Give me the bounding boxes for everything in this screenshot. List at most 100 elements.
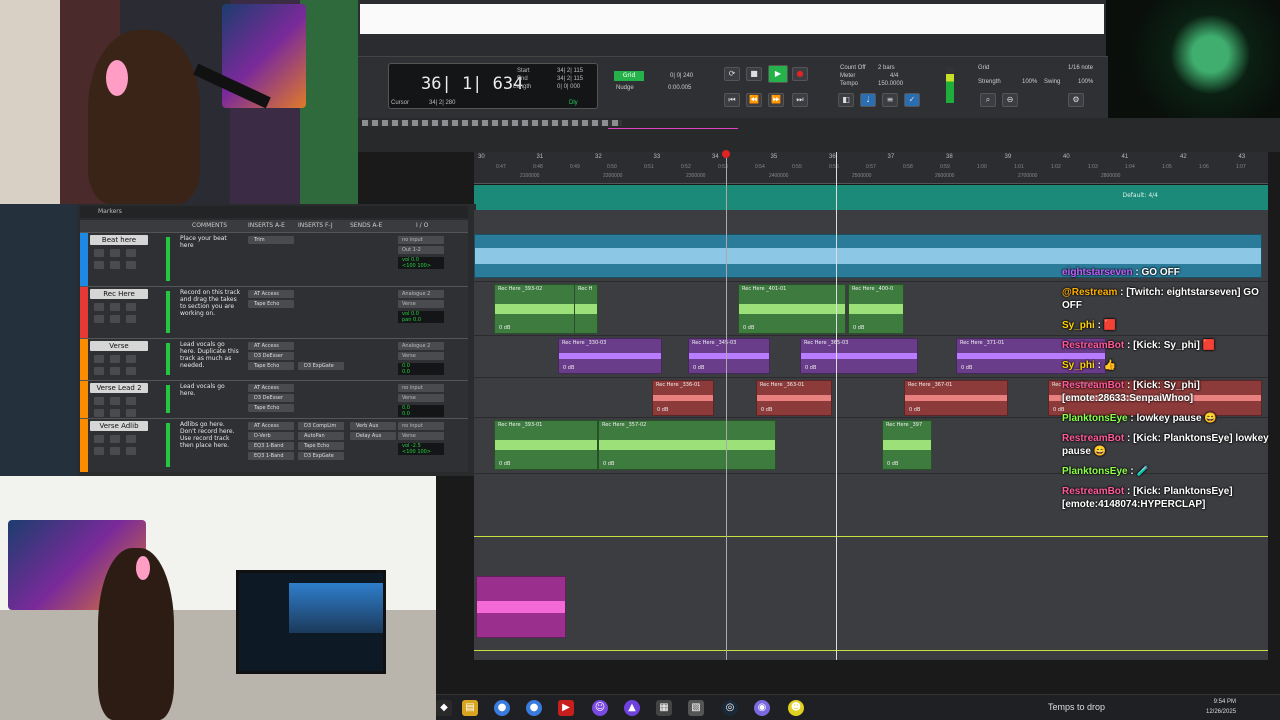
- snapchat-icon[interactable]: ☻: [788, 700, 804, 716]
- audio-clip[interactable]: Rec Here _363-01 0 dB: [756, 380, 832, 416]
- audio-clip[interactable]: Rec Here _345-03 0 dB: [688, 338, 770, 374]
- rec-button[interactable]: [94, 303, 104, 311]
- audio-clip[interactable]: Rec Here _393-01 0 dB: [494, 420, 598, 470]
- chat-username[interactable]: RestreamBot: [1062, 433, 1124, 444]
- chat-username[interactable]: RestreamBot: [1062, 486, 1124, 497]
- tempo-value[interactable]: 150.0000: [878, 81, 903, 87]
- app-icon-8[interactable]: ▧: [688, 700, 704, 716]
- app-icon-1[interactable]: ◆: [436, 700, 452, 716]
- track-comment[interactable]: Place your beat here: [180, 235, 242, 249]
- volume-display[interactable]: vol 0.0 <100 100>: [398, 257, 444, 269]
- steam-icon[interactable]: ◎: [722, 700, 738, 716]
- app-icon-10[interactable]: ◉: [754, 700, 770, 716]
- track-comment[interactable]: Lead vocals go here. Duplicate this trac…: [180, 341, 242, 369]
- chat-username[interactable]: RestreamBot: [1062, 340, 1124, 351]
- audio-clip[interactable]: Rec Here _365-03 0 dB: [800, 338, 918, 374]
- swing-value[interactable]: 100%: [1078, 79, 1093, 85]
- insert-slot-fj[interactable]: AutoPan: [298, 432, 344, 440]
- chat-username[interactable]: PlanktonsEye: [1062, 466, 1128, 477]
- nudge-value[interactable]: 0:00.005: [668, 85, 691, 91]
- media-app-icon[interactable]: ▶: [558, 700, 574, 716]
- grid-note-value[interactable]: 1/16 note: [1068, 65, 1093, 71]
- insert-slot-fj[interactable]: D3 ExpGate: [298, 452, 344, 460]
- track-comment[interactable]: Lead vocals go here.: [180, 383, 242, 397]
- output-selector[interactable]: Verse: [398, 432, 444, 440]
- insert-slot[interactable]: AT Access: [248, 422, 294, 430]
- track-name[interactable]: Beat here: [90, 235, 148, 245]
- insert-slot[interactable]: Trim: [248, 236, 294, 244]
- insert-slot[interactable]: D3 DeEsser: [248, 352, 294, 360]
- automation-button[interactable]: [126, 367, 136, 375]
- insert-slot[interactable]: Tape Echo: [248, 362, 294, 370]
- timeline-ruler[interactable]: 30 31 32 33 34 35 36 37 38 39 40 41 42 43 0:47 0:48 0:49…: [474, 152, 1268, 184]
- main-counter[interactable]: 36| 1| 634 Start End Length 34| 2| 115 3…: [388, 63, 598, 109]
- rewind-button[interactable]: ⏪: [746, 93, 762, 107]
- audio-clip[interactable]: Rec Here _336-01 0 dB: [652, 380, 714, 416]
- send-slot[interactable]: Delay Aux: [350, 432, 396, 440]
- audio-clip[interactable]: Rec H: [574, 284, 598, 334]
- input-selector[interactable]: no input: [398, 236, 444, 244]
- input-monitor-button[interactable]: [94, 367, 104, 375]
- fast-forward-button[interactable]: ⏩: [768, 93, 784, 107]
- audio-clip[interactable]: Rec Here _367-01 0 dB: [904, 380, 1008, 416]
- rec-button[interactable]: [94, 355, 104, 363]
- track-name[interactable]: Verse: [90, 341, 148, 351]
- stop-button[interactable]: ■: [746, 67, 762, 81]
- chat-username[interactable]: eightstarseven: [1062, 267, 1133, 278]
- discord-icon[interactable]: ☺: [592, 700, 608, 716]
- playlist-button[interactable]: [110, 261, 120, 269]
- strength-value[interactable]: 100%: [1022, 79, 1037, 85]
- file-explorer-icon[interactable]: ▤: [462, 700, 478, 716]
- rec-button[interactable]: [94, 397, 104, 405]
- insert-slot[interactable]: EQ3 1-Band: [248, 452, 294, 460]
- midi-merge-button[interactable]: ◧: [838, 93, 854, 107]
- conductor-button[interactable]: ♩: [860, 93, 876, 107]
- app-icon-6[interactable]: ▲: [624, 700, 640, 716]
- mute-button[interactable]: [126, 303, 136, 311]
- end-button[interactable]: ⏭: [792, 93, 808, 107]
- mute-button[interactable]: [126, 435, 136, 443]
- playlist-button[interactable]: [110, 367, 120, 375]
- chat-username[interactable]: Sy_phi: [1062, 360, 1095, 371]
- count-off-label[interactable]: Count Off: [840, 65, 866, 71]
- output-selector[interactable]: Out 1-2: [398, 246, 444, 254]
- zoom-out-icon[interactable]: ⊖: [1002, 93, 1018, 107]
- playlist-button[interactable]: [110, 409, 120, 417]
- insert-slot[interactable]: AT Access: [248, 384, 294, 392]
- mute-button[interactable]: [126, 397, 136, 405]
- session-overview[interactable]: [358, 118, 1280, 152]
- insert-slot-fj[interactable]: D3 CompLim: [298, 422, 344, 430]
- input-monitor-button[interactable]: [94, 409, 104, 417]
- audio-clip[interactable]: Rec Here _357-02 0 dB: [598, 420, 776, 470]
- mute-button[interactable]: [126, 249, 136, 257]
- solo-button[interactable]: [110, 435, 120, 443]
- grid-value[interactable]: 0| 0| 240: [670, 73, 693, 79]
- input-monitor-button[interactable]: [94, 315, 104, 323]
- volume-display[interactable]: vol 0.0 pan 0.0: [398, 311, 444, 323]
- audio-clip[interactable]: Rec Here _400-0 0 dB: [848, 284, 904, 334]
- record-button[interactable]: ●: [792, 67, 808, 81]
- volume-display[interactable]: 0.0 0.0: [398, 405, 444, 417]
- delay-label[interactable]: Dly: [569, 100, 578, 106]
- play-button[interactable]: ▶: [768, 65, 788, 83]
- track-comment[interactable]: Adlibs go here. Don't record here. Use r…: [180, 421, 242, 449]
- track-name[interactable]: Verse Lead 2: [90, 383, 148, 393]
- input-selector[interactable]: no input: [398, 422, 444, 430]
- insert-slot[interactable]: D-Verb: [248, 432, 294, 440]
- loop-button[interactable]: ⟳: [724, 67, 740, 81]
- automation-button[interactable]: [126, 409, 136, 417]
- rtz-button[interactable]: ⏮: [724, 93, 740, 107]
- solo-button[interactable]: [110, 249, 120, 257]
- end-value[interactable]: 34| 2| 115: [557, 76, 583, 82]
- track-name[interactable]: Verse Adlib: [90, 421, 148, 431]
- output-selector[interactable]: Verse: [398, 352, 444, 360]
- input-monitor-button[interactable]: [94, 447, 104, 455]
- volume-display[interactable]: 0.0 0.0: [398, 363, 444, 375]
- audio-clip[interactable]: Rec Here _330-03 0 dB: [558, 338, 662, 374]
- solo-button[interactable]: [110, 303, 120, 311]
- insert-slot-fj[interactable]: Tape Echo: [298, 442, 344, 450]
- input-selector[interactable]: no input: [398, 384, 444, 392]
- send-slot[interactable]: Verb Aux: [350, 422, 396, 430]
- start-value[interactable]: 34| 2| 115: [557, 68, 583, 74]
- grid-mode-button[interactable]: Grid: [614, 71, 644, 81]
